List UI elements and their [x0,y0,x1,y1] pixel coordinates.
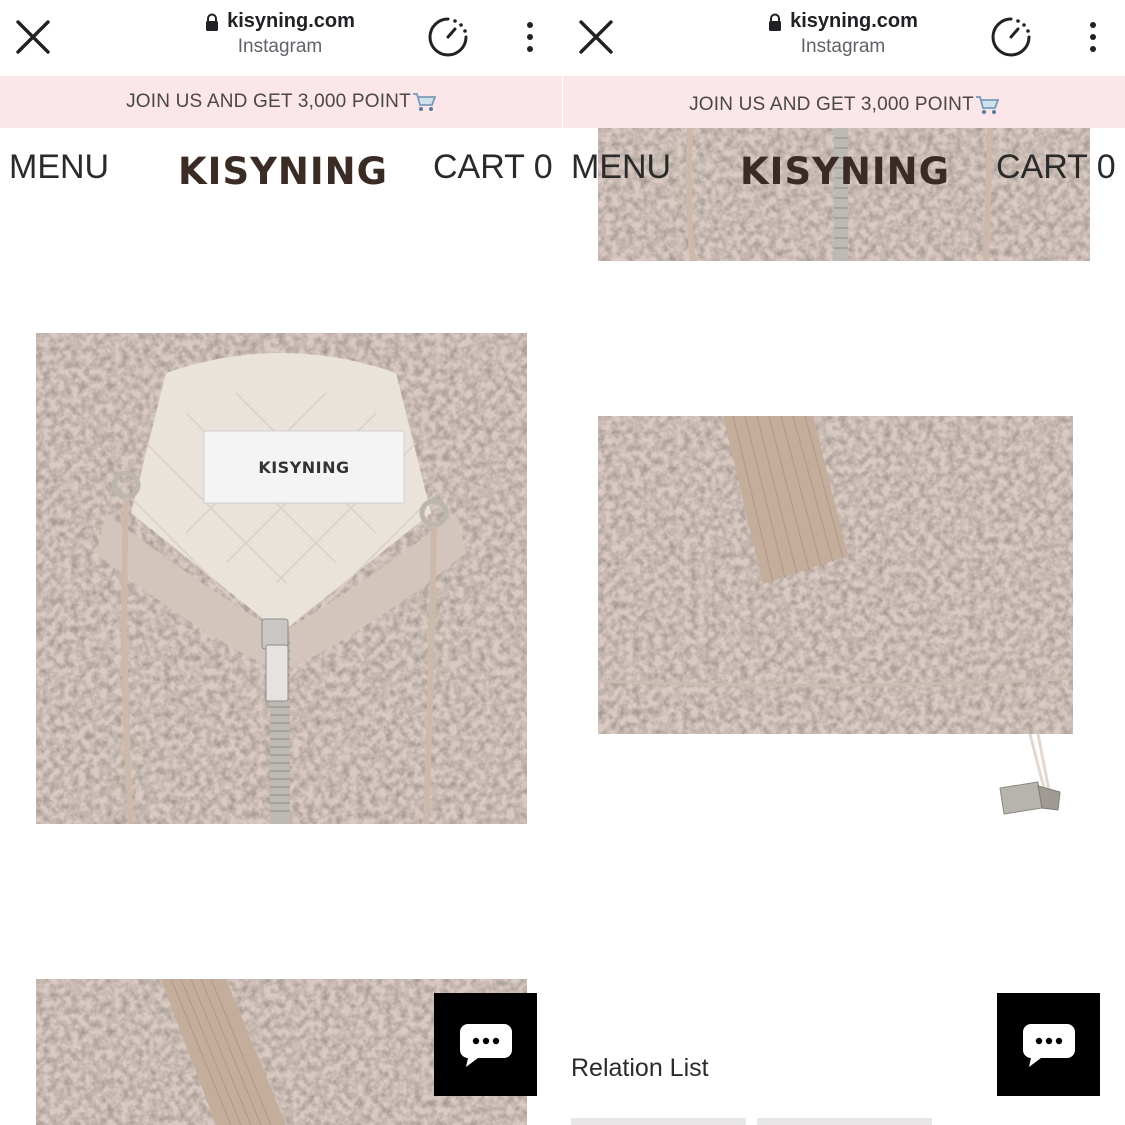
close-icon[interactable] [577,18,615,56]
source-text: Instagram [800,36,886,57]
source-text: Instagram [237,36,323,57]
product-photo-hood[interactable]: KISYNING [36,333,527,824]
promo-text: JOIN US AND GET 3,000 POINT [126,91,411,112]
cart-link[interactable]: CART 0 [433,148,553,187]
browser-toolbar: kisyning.com Instagram [563,0,1125,76]
more-vert-icon[interactable] [1078,18,1108,56]
relation-list-title: Relation List [571,1054,709,1082]
site-header: MENU KISYNING CART 0 [563,128,1125,208]
brand-logo[interactable]: KISYNING [740,150,950,193]
left-screenshot-pane: kisyning.com Instagram JOIN US AND GET 3… [0,0,562,1125]
site-header: MENU KISYNING CART 0 [0,128,562,208]
shopping-cart-icon [412,93,436,111]
chat-bubble-icon [459,1023,512,1067]
garment-label-text: KISYNING [258,458,349,477]
shopping-cart-icon [975,96,999,114]
product-photo-pocket-hem[interactable] [598,416,1073,826]
menu-link[interactable]: MENU [571,148,671,187]
timer-icon[interactable] [426,15,470,59]
domain-text: kisyning.com [227,10,355,32]
lock-icon [769,13,782,31]
more-vert-icon[interactable] [515,18,545,56]
close-icon[interactable] [14,18,52,56]
chat-button[interactable] [434,993,537,1096]
url-display[interactable]: kisyning.com Instagram [723,10,963,58]
cart-link[interactable]: CART 0 [996,148,1116,187]
brand-logo[interactable]: KISYNING [178,150,388,193]
browser-toolbar: kisyning.com Instagram [0,0,562,76]
promo-banner[interactable]: JOIN US AND GET 3,000 POINT [0,76,562,128]
right-screenshot-pane: kisyning.com Instagram JOIN US AND GET 3… [563,0,1125,1125]
domain-text: kisyning.com [790,10,918,32]
relation-item-thumb[interactable] [571,1118,746,1125]
lock-icon [206,13,219,31]
url-display[interactable]: kisyning.com Instagram [160,10,400,58]
chat-bubble-icon [1022,1023,1075,1067]
promo-text: JOIN US AND GET 3,000 POINT [689,94,974,115]
relation-item-thumb[interactable] [757,1118,932,1125]
timer-icon[interactable] [989,15,1033,59]
chat-button[interactable] [997,993,1100,1096]
menu-link[interactable]: MENU [9,148,109,187]
promo-banner[interactable]: JOIN US AND GET 3,000 POINT [563,76,1125,128]
